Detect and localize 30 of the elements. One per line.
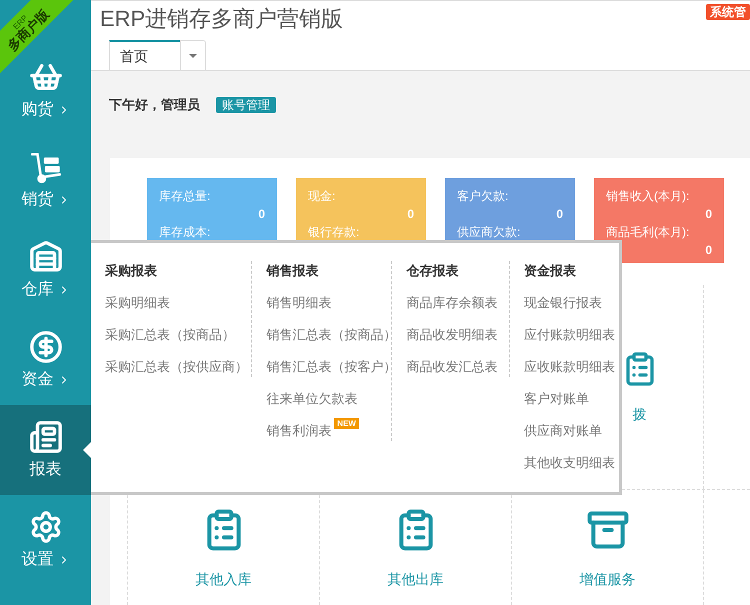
stat-label: 商品毛利(本月): xyxy=(606,224,690,241)
stat-value: 0 xyxy=(407,206,414,223)
stat-label: 库存总量: xyxy=(159,188,210,205)
greeting-text: 下午好，管理员 xyxy=(109,97,200,113)
stat-value: 0 xyxy=(705,242,712,259)
stat-label: 销售收入(本月): xyxy=(606,188,690,205)
shortcut-label: 增值服务 xyxy=(580,570,636,588)
sidebar-label: 资金 xyxy=(22,370,54,390)
new-badge: NEW xyxy=(334,418,359,429)
stat-label: 银行存款: xyxy=(308,224,360,241)
shortcut-label: 其他出库 xyxy=(388,570,444,588)
sidebar-label: 销货 xyxy=(22,190,54,210)
shortcut-label: 拨 xyxy=(632,405,646,423)
app-title: ERP进销存多商户营销版 xyxy=(100,5,344,33)
stat-value: 0 xyxy=(258,206,265,223)
stat-value: 0 xyxy=(556,206,563,223)
sidebar-label: 仓库 xyxy=(22,280,54,300)
sidebar-label: 报表 xyxy=(30,460,62,480)
stat-value: 0 xyxy=(705,206,712,223)
menu-heading: 资金报表 xyxy=(524,262,576,280)
stat-label: 现金: xyxy=(308,188,336,205)
shortcut-label: 其他入库 xyxy=(196,570,252,588)
stat-label: 库存成本: xyxy=(159,224,210,241)
sidebar-label: 购货 xyxy=(22,100,54,120)
stat-label: 供应商欠款: xyxy=(457,224,520,241)
menu-heading: 采购报表 xyxy=(105,262,157,280)
sidebar-label: 设置 xyxy=(22,550,54,570)
stat-label: 客户欠款: xyxy=(457,188,508,205)
menu-heading: 销售报表 xyxy=(266,262,318,280)
menu-heading: 仓存报表 xyxy=(406,262,458,280)
